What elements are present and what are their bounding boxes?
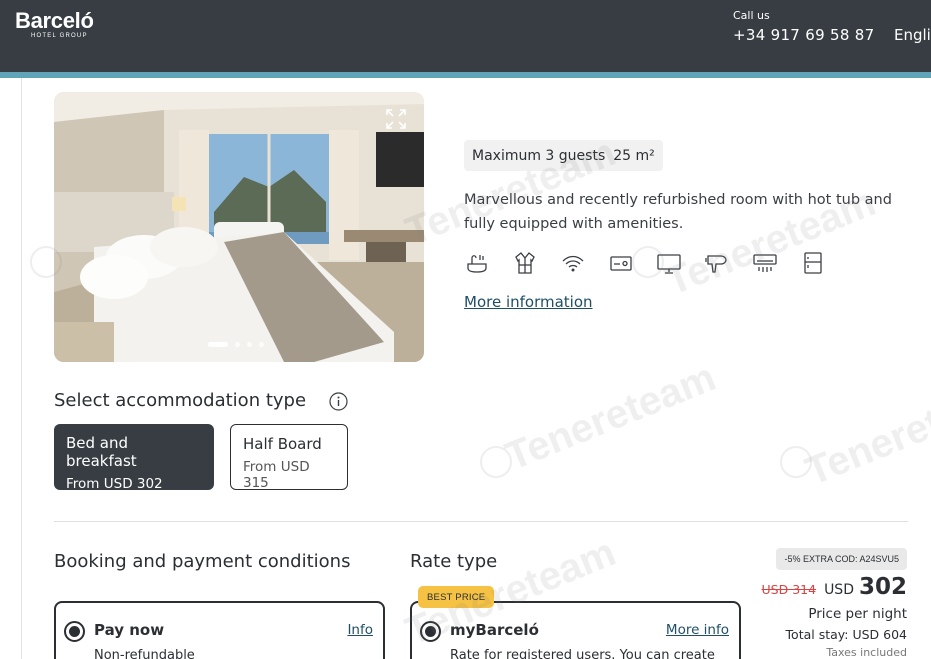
promo-code-badge: -5% EXTRA COD: A24SVU5: [776, 548, 907, 570]
room-size-label: 25 m²: [613, 147, 655, 164]
pay-now-label: Pay now: [94, 621, 165, 639]
pay-now-option[interactable]: Pay now Info Non-refundable: [54, 601, 385, 659]
carousel-dot[interactable]: [247, 341, 252, 347]
pay-now-info-link[interactable]: Info: [347, 622, 373, 638]
carousel-dot[interactable]: [208, 341, 228, 347]
mybarcelo-radio[interactable]: [420, 621, 441, 642]
option-price: From USD 302: [66, 476, 163, 492]
old-price: USD 314: [761, 582, 817, 597]
mybarcelo-label: myBarceló: [450, 621, 539, 639]
more-information-link[interactable]: More information: [464, 293, 593, 311]
bed-and-breakfast-option[interactable]: Bed and breakfast From USD 302: [54, 424, 214, 492]
max-guests-label: Maximum 3 guests: [472, 147, 606, 164]
pay-now-radio[interactable]: [64, 621, 85, 642]
best-price-badge: BEST PRICE: [418, 586, 495, 608]
accommodation-type-title: Select accommodation type: [54, 390, 307, 411]
price-row: USD 314 USD 302: [762, 574, 907, 600]
pay-now-description: Non-refundable: [94, 648, 195, 659]
logo-tagline: HOTEL GROUP: [31, 33, 88, 39]
language-selector[interactable]: Engli: [894, 26, 931, 44]
carousel-dot[interactable]: [259, 341, 264, 347]
hot-tub-icon: [464, 250, 490, 276]
call-us-label: Call us: [733, 9, 770, 22]
taxes-included-label: Taxes included: [826, 646, 907, 659]
mybarcelo-rate-option[interactable]: myBarceló More info Rate for registered …: [410, 601, 741, 659]
left-border-line: [21, 78, 22, 659]
section-divider: [54, 521, 908, 522]
booking-conditions-title: Booking and payment conditions: [54, 551, 351, 572]
amenities-list: [464, 250, 848, 276]
rate-description: Rate for registered users. You can creat…: [450, 648, 715, 659]
info-icon[interactable]: [329, 392, 348, 411]
minibar-icon: [800, 250, 826, 276]
rate-type-title: Rate type: [410, 551, 498, 572]
option-name: Bed and breakfast: [66, 434, 137, 470]
total-stay-label: Total stay: USD 604: [785, 627, 907, 642]
logo-wordmark: Barceló: [15, 8, 94, 33]
option-name: Half Board: [243, 435, 322, 453]
carousel-indicators: [208, 341, 264, 347]
half-board-option[interactable]: Half Board From USD 315: [230, 424, 348, 491]
safe-box-icon: [608, 250, 634, 276]
rate-more-info-link[interactable]: More info: [666, 622, 729, 638]
tv-icon: [656, 250, 682, 276]
fullscreen-expand-icon[interactable]: [385, 108, 407, 130]
site-header: Barceló HOTEL GROUP Call us +34 917 69 5…: [0, 0, 931, 72]
room-photo-carousel[interactable]: [54, 92, 424, 362]
air-conditioning-icon: [752, 250, 778, 276]
phone-number-link[interactable]: +34 917 69 58 87: [733, 26, 874, 44]
current-price: 302: [858, 574, 907, 600]
currency-label: USD: [824, 582, 854, 598]
price-per-night-label: Price per night: [808, 606, 907, 622]
capacity-chip: Maximum 3 guests 25 m²: [464, 140, 663, 171]
carousel-dot[interactable]: [235, 341, 240, 347]
wifi-icon: [560, 250, 586, 276]
barcelo-logo[interactable]: Barceló HOTEL GROUP: [15, 8, 94, 39]
bathrobe-icon: [512, 250, 538, 276]
hairdryer-icon: [704, 250, 730, 276]
watermark-text: Tenereteam: [799, 370, 931, 494]
header-accent-stripe: [0, 72, 931, 78]
watermark-logo-icon: [780, 446, 812, 478]
option-price: From USD 315: [243, 459, 310, 491]
room-photo: [54, 92, 424, 362]
watermark-text: Tenereteam: [499, 355, 722, 479]
watermark-logo-icon: [480, 446, 512, 478]
room-description: Marvellous and recently refurbished room…: [464, 192, 892, 232]
